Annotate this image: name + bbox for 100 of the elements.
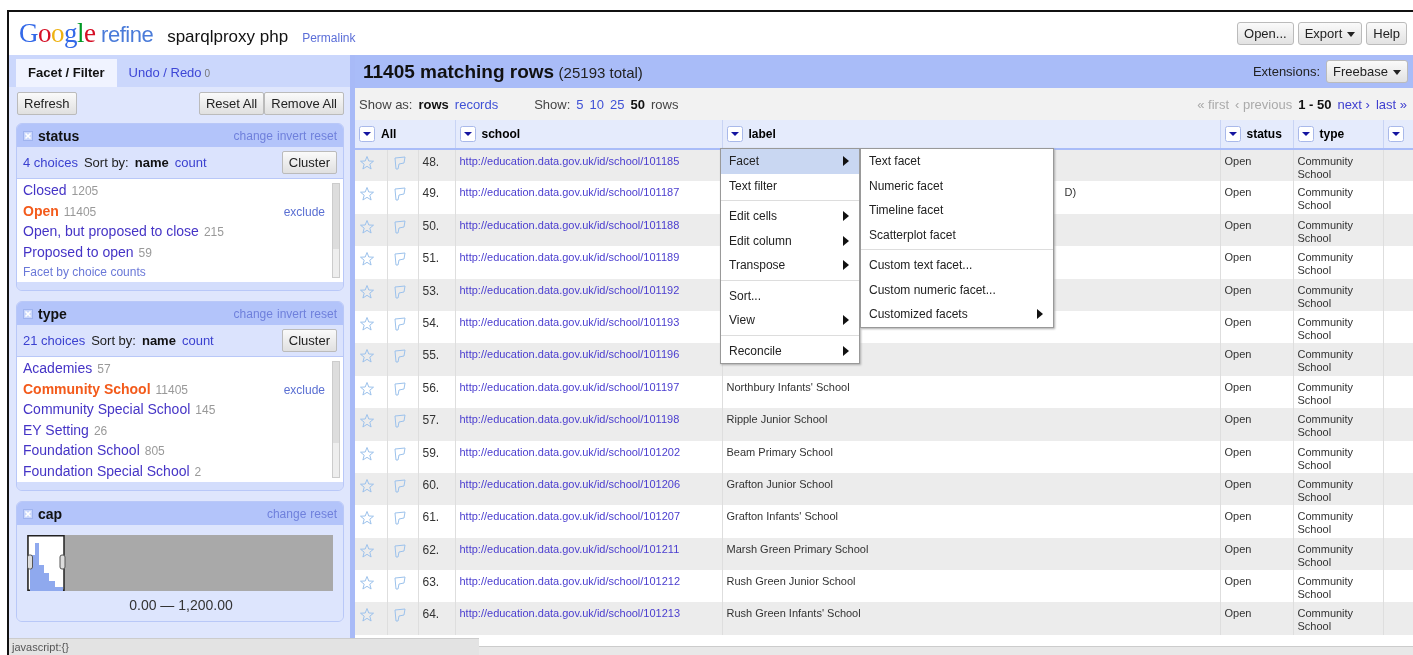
column-menu-button[interactable] (1387, 126, 1404, 142)
scrollbar[interactable] (332, 183, 340, 278)
school-link[interactable]: http://education.data.gov.uk/id/school/101206 (459, 477, 681, 490)
pager-link[interactable]: next › (1337, 96, 1370, 112)
flag-icon[interactable] (391, 251, 408, 268)
column-menu-button[interactable] (726, 126, 743, 142)
toolbar-button[interactable]: Reset All (198, 92, 265, 115)
page-size-link[interactable]: 5 (576, 96, 584, 112)
close-icon[interactable] (23, 131, 33, 141)
view-mode-link[interactable]: records (454, 96, 499, 112)
pager-link[interactable]: last » (1375, 96, 1407, 112)
menu-item[interactable]: View (721, 308, 859, 333)
menu-item[interactable]: Numeric facet (861, 173, 1053, 198)
column-menu-button[interactable] (1297, 126, 1314, 142)
exclude-link[interactable]: exclude (283, 202, 325, 222)
page-size-link[interactable]: 25 (610, 96, 625, 112)
menu-item[interactable]: Transpose (721, 253, 859, 278)
panel-tab[interactable]: Facet / Filter (16, 59, 117, 87)
choice-link[interactable]: Proposed to open (23, 242, 134, 262)
choice-link[interactable]: Community Special School (23, 400, 191, 420)
sort-option[interactable]: count (174, 155, 207, 170)
permalink-link[interactable]: Permalink (302, 31, 356, 45)
school-link[interactable]: http://education.data.gov.uk/id/school/101197 (459, 380, 680, 393)
choice-link[interactable]: EY Setting (23, 420, 89, 440)
close-icon[interactable] (23, 509, 33, 519)
choice-link[interactable]: Academies (23, 359, 93, 379)
choice-link[interactable]: Open, but proposed to close (23, 222, 199, 242)
school-link[interactable]: http://education.data.gov.uk/id/school/101187 (459, 186, 680, 199)
flag-icon[interactable] (391, 445, 408, 462)
close-icon[interactable] (23, 309, 33, 319)
column-menu-button[interactable] (459, 126, 476, 142)
view-mode-link[interactable]: rows (418, 96, 449, 112)
flag-icon[interactable] (391, 575, 408, 592)
school-link[interactable]: http://education.data.gov.uk/id/school/101213 (459, 607, 681, 620)
flag-icon[interactable] (391, 218, 408, 235)
facet-by-counts-link[interactable]: Facet by choice counts (23, 265, 325, 279)
star-icon[interactable] (359, 542, 375, 559)
menu-item[interactable]: Text filter (721, 173, 859, 198)
flag-icon[interactable] (391, 510, 408, 527)
choice-link[interactable]: Foundation Special School (23, 461, 190, 481)
star-icon[interactable] (359, 315, 375, 332)
export-button[interactable]: Export (1297, 22, 1363, 45)
menu-item[interactable]: Facet (721, 149, 859, 174)
flag-icon[interactable] (391, 607, 408, 624)
star-icon[interactable] (359, 510, 375, 527)
school-link[interactable]: http://education.data.gov.uk/id/school/101188 (459, 218, 680, 231)
star-icon[interactable] (359, 445, 375, 462)
menu-item[interactable]: Timeline facet (861, 198, 1053, 223)
scrollbar[interactable] (479, 646, 1413, 655)
star-icon[interactable] (359, 155, 375, 171)
sort-option[interactable]: name (141, 333, 176, 348)
header-button[interactable]: Help (1366, 22, 1407, 45)
toolbar-button[interactable]: Remove All (264, 92, 344, 115)
panel-tab[interactable]: Undo / Redo 0 (116, 59, 223, 87)
school-link[interactable]: http://education.data.gov.uk/id/school/101211 (459, 542, 680, 555)
cluster-button[interactable]: Cluster (281, 151, 337, 174)
school-link[interactable]: http://education.data.gov.uk/id/school/101196 (459, 348, 680, 361)
star-icon[interactable] (359, 283, 375, 300)
header-button[interactable]: Open... (1237, 22, 1294, 45)
sort-option[interactable]: name (134, 155, 169, 170)
scrollbar[interactable] (332, 361, 340, 478)
school-link[interactable]: http://education.data.gov.uk/id/school/101198 (459, 413, 680, 426)
school-link[interactable]: http://education.data.gov.uk/id/school/101192 (459, 283, 680, 296)
cluster-button[interactable]: Cluster (281, 329, 337, 352)
page-size-link[interactable]: 10 (589, 96, 605, 112)
star-icon[interactable] (359, 575, 375, 592)
choice-link[interactable]: Closed (23, 181, 67, 201)
menu-item[interactable]: Edit cells (721, 204, 859, 229)
menu-item[interactable]: Custom numeric facet... (861, 277, 1053, 302)
star-icon[interactable] (359, 186, 375, 203)
flag-icon[interactable] (391, 380, 408, 397)
sort-option[interactable]: count (181, 333, 214, 348)
flag-icon[interactable] (391, 348, 408, 365)
resize-handle[interactable] (17, 482, 343, 490)
menu-item[interactable]: Text facet (861, 149, 1053, 174)
star-icon[interactable] (359, 607, 375, 624)
freebase-button[interactable]: Freebase (1326, 60, 1408, 83)
exclude-link[interactable]: exclude (283, 380, 325, 400)
star-icon[interactable] (359, 477, 375, 494)
choices-count-link[interactable]: 4 choices (23, 155, 78, 170)
star-icon[interactable] (359, 348, 375, 365)
column-menu-button[interactable] (1224, 126, 1241, 142)
star-icon[interactable] (359, 380, 375, 397)
menu-item[interactable]: Scatterplot facet (861, 222, 1053, 247)
menu-item[interactable]: Edit column (721, 228, 859, 253)
star-icon[interactable] (359, 413, 375, 430)
flag-icon[interactable] (391, 283, 408, 300)
school-link[interactable]: http://education.data.gov.uk/id/school/101193 (459, 315, 680, 328)
flag-icon[interactable] (391, 186, 408, 203)
resize-handle[interactable] (17, 282, 343, 290)
menu-item[interactable]: Custom text facet... (861, 253, 1053, 278)
range-handle[interactable] (59, 554, 66, 570)
choices-count-link[interactable]: 21 choices (23, 333, 86, 348)
star-icon[interactable] (359, 218, 375, 235)
school-link[interactable]: http://education.data.gov.uk/id/school/101202 (459, 445, 681, 458)
page-size-link[interactable]: 50 (630, 96, 645, 112)
menu-item[interactable]: Customized facets (861, 302, 1053, 327)
star-icon[interactable] (359, 251, 375, 268)
school-link[interactable]: http://education.data.gov.uk/id/school/101207 (459, 510, 681, 523)
choice-link[interactable]: Foundation School (23, 441, 140, 461)
